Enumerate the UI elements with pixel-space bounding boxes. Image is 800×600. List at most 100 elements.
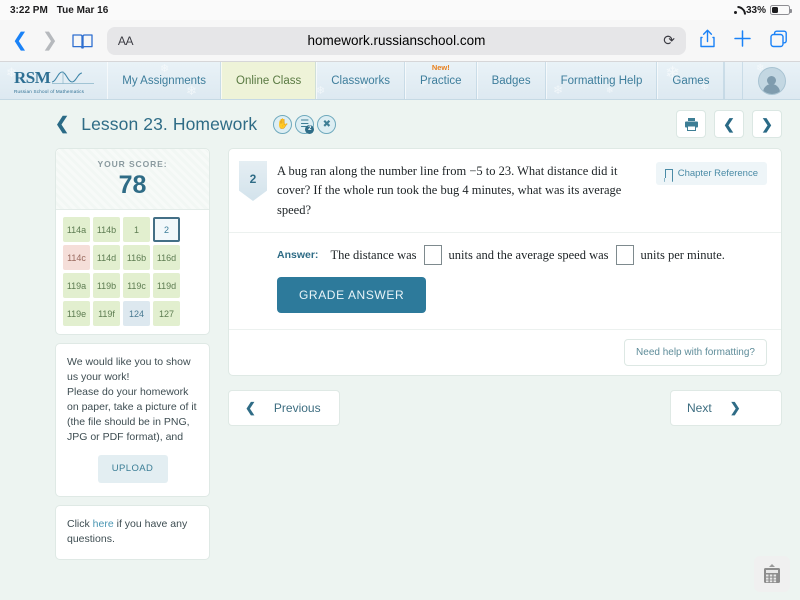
need-help-formatting-button[interactable]: Need help with formatting?	[624, 339, 767, 367]
nav-tab-online-class[interactable]: Online Class	[221, 62, 317, 99]
problem-cell[interactable]: 114c	[63, 245, 90, 270]
answer-row: Answer: The distance was units and the a…	[229, 233, 781, 266]
lesson-tool-icons: ✋ ☰ 2 ✖	[273, 114, 337, 134]
problem-cell[interactable]: 119b	[93, 273, 120, 298]
previous-label: Previous	[273, 401, 321, 416]
score-card: YOUR SCORE: 78 114a 114b 1 2 114c 114d 1…	[55, 148, 210, 335]
grade-answer-button[interactable]: GRADE ANSWER	[277, 277, 427, 314]
nav-tab-badges[interactable]: Badges	[476, 62, 546, 99]
battery-percent: 33%	[745, 4, 766, 16]
back-chevron-icon[interactable]: ❮	[55, 114, 69, 134]
calculator-button[interactable]	[754, 556, 790, 592]
previous-button[interactable]: ❮ Previous	[228, 390, 340, 427]
layers-icon[interactable]: ☰ 2	[295, 114, 315, 134]
problem-cell[interactable]: 127	[153, 301, 180, 326]
problem-cell[interactable]: 119c	[123, 273, 150, 298]
right-chevron-icon: ❯	[729, 400, 741, 416]
tools-icon[interactable]: ✖	[317, 114, 337, 134]
logo-text: RSM	[14, 67, 51, 87]
calculator-icon	[764, 564, 780, 583]
score-label: YOUR SCORE:	[97, 159, 168, 169]
problem-cell[interactable]: 114d	[93, 245, 120, 270]
problem-cell[interactable]: 1	[123, 217, 150, 242]
questions-link[interactable]: here	[93, 518, 114, 530]
status-time: 3:22 PM	[10, 4, 48, 16]
problem-cell[interactable]: 119f	[93, 301, 120, 326]
problem-cell[interactable]: 119a	[63, 273, 90, 298]
address-bar[interactable]: AA homework.russianschool.com ⟳	[106, 26, 686, 55]
next-chevron-icon[interactable]: ❯	[752, 110, 782, 138]
chapter-reference-button[interactable]: Chapter Reference	[655, 162, 767, 185]
sidebar: YOUR SCORE: 78 114a 114b 1 2 114c 114d 1…	[55, 148, 210, 561]
status-date: Tue Mar 16	[56, 4, 109, 16]
ios-status-bar: 3:22 PM Tue Mar 16 33%	[0, 0, 800, 20]
question-text: A bug ran along the number line from −5 …	[277, 164, 622, 217]
answer-text-part2: units and the average speed was	[448, 247, 609, 262]
printer-icon[interactable]	[676, 110, 706, 138]
work-instruction-line1: We would like you to show us your work!	[67, 356, 191, 383]
main-content: 2 A bug ran along the number line from −…	[228, 148, 782, 427]
wifi-icon	[729, 5, 742, 15]
logo-curve-icon	[52, 71, 95, 84]
forward-chevron-icon[interactable]: ❯	[42, 31, 58, 50]
plus-icon[interactable]	[734, 30, 751, 51]
question-footer: Need help with formatting?	[229, 329, 781, 375]
bookmark-icon	[664, 169, 673, 178]
nav-tab-classworks[interactable]: Classworks	[316, 62, 406, 99]
nav-tab-label: Online Class	[236, 74, 302, 87]
browser-toolbar: ❮ ❯ AA homework.russianschool.com ⟳	[0, 20, 800, 62]
nav-tab-my-assignments[interactable]: My Assignments	[107, 62, 222, 99]
book-icon[interactable]	[72, 33, 93, 49]
score-value: 78	[118, 171, 147, 199]
questions-prefix: Click	[67, 517, 93, 530]
problem-cell[interactable]: 119e	[63, 301, 90, 326]
lesson-header-actions: ❮ ❯	[676, 110, 782, 138]
problem-cell[interactable]: 114a	[63, 217, 90, 242]
logo-subtitle: Russian School of Mathematics	[14, 88, 85, 94]
nav-tab-label: Practice	[420, 74, 462, 87]
nav-tabs: My Assignments Online Class Classworks N…	[107, 62, 725, 99]
nav-tab-label: Formatting Help	[560, 74, 643, 87]
answer-blank-1[interactable]	[423, 245, 442, 266]
back-chevron-icon[interactable]: ❮	[12, 31, 28, 50]
upload-button[interactable]: UPLOAD	[97, 455, 168, 483]
lesson-header: ❮ Lesson 23. Homework ✋ ☰ 2 ✖ ❮ ❯	[0, 100, 800, 144]
pager: ❮ Previous Next ❯	[228, 390, 782, 427]
nav-tab-label: Classworks	[331, 74, 391, 87]
show-your-work-card: We would like you to show us your work! …	[55, 343, 210, 497]
problem-cell[interactable]: 116b	[123, 245, 150, 270]
question-row: 2 A bug ran along the number line from −…	[229, 149, 781, 234]
tabs-icon[interactable]	[770, 30, 788, 52]
problem-grid: 114a 114b 1 2 114c 114d 116b 116d 119a 1…	[56, 210, 209, 334]
problem-cell[interactable]: 116d	[153, 245, 180, 270]
problem-cell[interactable]: 119d	[153, 273, 180, 298]
questions-card: Click here if you have any questions.	[55, 504, 210, 561]
answer-blank-2[interactable]	[615, 245, 634, 266]
hand-icon[interactable]: ✋	[273, 114, 293, 134]
nav-tab-practice[interactable]: New! Practice	[405, 62, 477, 99]
rsm-logo[interactable]: RSM Russian School of Mathematics	[0, 62, 107, 99]
chapter-reference-label: Chapter Reference	[677, 168, 758, 179]
nav-tab-formatting-help[interactable]: Formatting Help	[545, 62, 658, 99]
question-panel: 2 A bug ran along the number line from −…	[228, 148, 782, 377]
problem-cell-current[interactable]: 2	[153, 217, 180, 242]
battery-icon	[770, 5, 792, 15]
nav-tab-games[interactable]: Games	[657, 62, 725, 99]
nav-spacer	[724, 62, 742, 99]
work-instruction-line2: Please do your homework on paper, take a…	[67, 385, 197, 443]
problem-cell[interactable]: 124	[123, 301, 150, 326]
next-button[interactable]: Next ❯	[670, 390, 782, 427]
nav-tab-label: My Assignments	[122, 74, 207, 87]
left-chevron-icon: ❮	[245, 400, 256, 416]
answer-text-part3: units per minute.	[640, 247, 725, 262]
reload-icon[interactable]: ⟳	[663, 32, 675, 49]
share-icon[interactable]	[700, 29, 715, 52]
problem-cell[interactable]: 114b	[93, 217, 120, 242]
avatar-button[interactable]	[742, 62, 800, 99]
avatar	[757, 66, 786, 95]
layers-badge-count: 2	[305, 124, 315, 134]
prev-chevron-icon[interactable]: ❮	[714, 110, 744, 138]
page-title: Lesson 23. Homework	[81, 113, 258, 134]
question-number-badge: 2	[239, 161, 267, 201]
nav-tab-label: Games	[672, 74, 710, 87]
